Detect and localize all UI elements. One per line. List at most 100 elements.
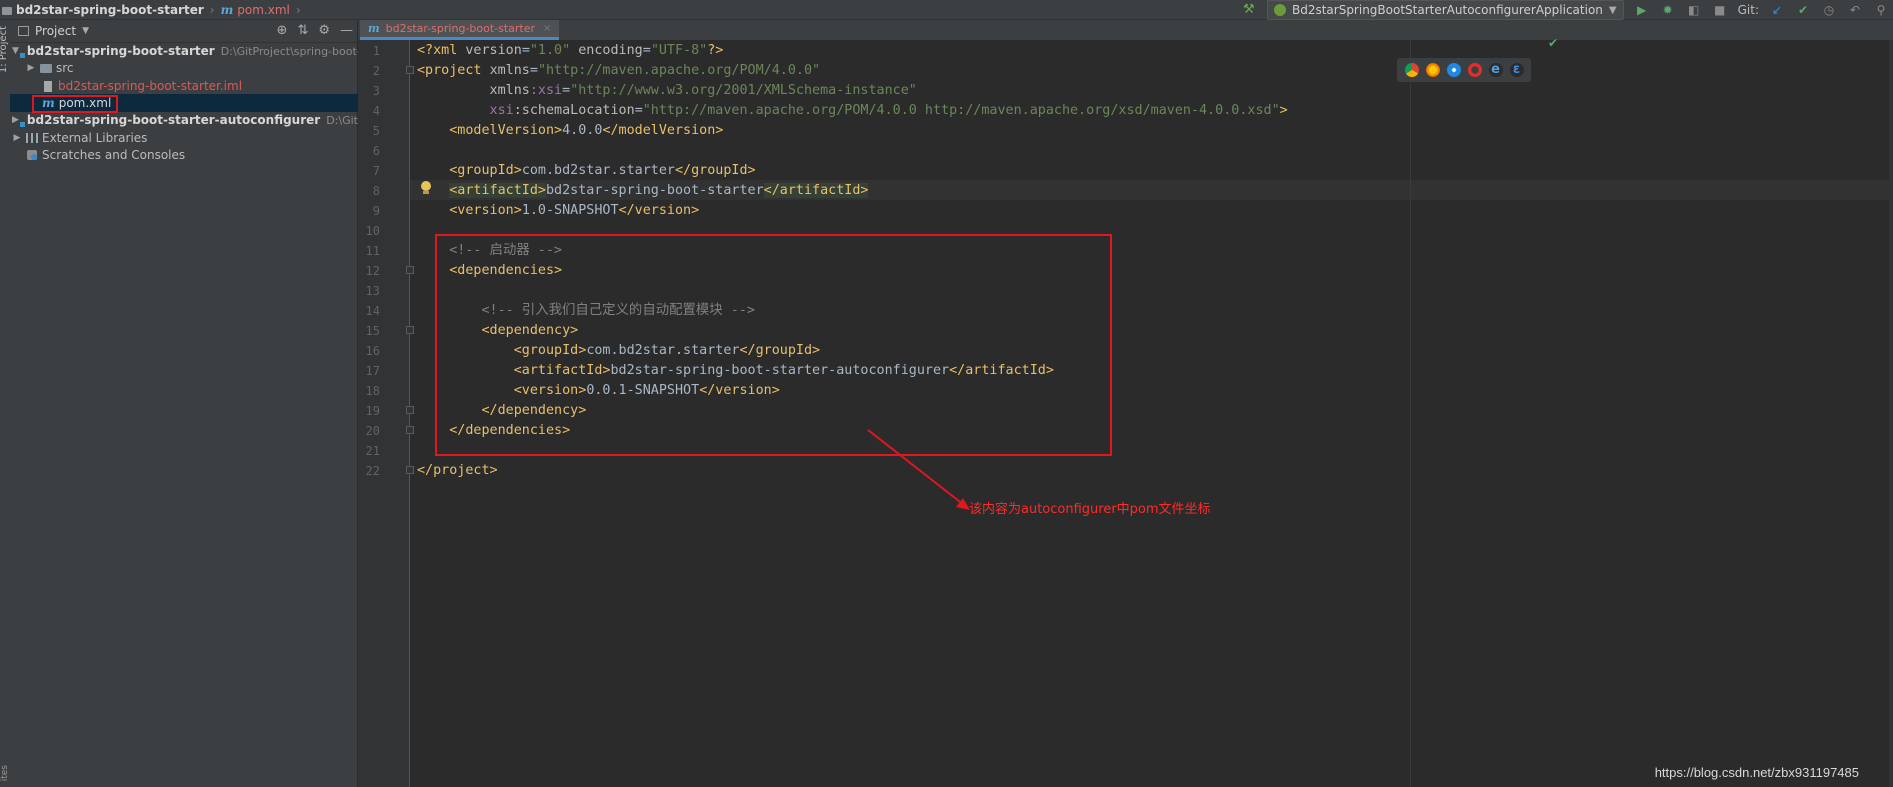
collapsed-arrow-icon[interactable]: ▶ xyxy=(12,133,22,143)
chevron-down-icon[interactable]: ▼ xyxy=(82,26,89,36)
error-stripe xyxy=(1889,40,1893,787)
line-number: 13 xyxy=(365,284,380,298)
gear-icon[interactable]: ⚙ xyxy=(318,23,330,38)
coverage-icon[interactable]: ◧ xyxy=(1686,2,1702,18)
scratches-icon xyxy=(27,150,37,160)
toolbar-right: ⚒ Bd2starSpringBootStarterAutoconfigurer… xyxy=(1243,0,1893,20)
code-line-8: <artifactId>bd2star-spring-boot-starter<… xyxy=(417,181,869,201)
fold-marker-icon[interactable] xyxy=(406,466,414,474)
close-icon[interactable]: × xyxy=(543,23,551,34)
token: <modelVersion> xyxy=(417,123,563,138)
fold-marker-icon[interactable] xyxy=(406,426,414,434)
internet-explorer-icon[interactable]: e xyxy=(1488,63,1503,77)
project-view-icon xyxy=(18,26,29,36)
fold-marker-icon[interactable] xyxy=(406,326,414,334)
fold-marker-icon[interactable] xyxy=(406,66,414,74)
favorites-tool-tab[interactable]: ites xyxy=(0,765,10,781)
token: = xyxy=(642,43,651,58)
tree-item-label: src xyxy=(56,61,74,75)
fold-marker-icon[interactable] xyxy=(406,266,414,274)
breadcrumb-project[interactable]: bd2star-spring-boot-starter xyxy=(16,3,204,17)
line-number: 20 xyxy=(365,424,380,438)
git-commit-icon[interactable]: ✔ xyxy=(1795,2,1811,18)
annotation-text: 该内容为autoconfigurer中pom文件坐标 xyxy=(969,502,1211,517)
tree-item-external-libraries[interactable]: ▶ External Libraries xyxy=(10,129,358,147)
opera-icon[interactable] xyxy=(1467,63,1482,77)
line-number: 11 xyxy=(365,244,380,258)
token: com.bd2star.starter xyxy=(521,163,675,178)
line-number: 10 xyxy=(365,224,380,238)
line-number: 8 xyxy=(372,184,380,198)
editor-tab-bar: m bd2star-spring-boot-starter × xyxy=(358,20,1893,41)
line-number: 15 xyxy=(365,324,380,338)
maven-file-icon: m xyxy=(220,2,234,17)
tree-item-label: Scratches and Consoles xyxy=(42,148,186,162)
token: "UTF-8" xyxy=(650,43,708,58)
token: xsi xyxy=(417,103,514,118)
git-update-icon[interactable]: ↙ xyxy=(1769,2,1785,18)
expanded-arrow-icon[interactable]: ▼ xyxy=(12,46,19,56)
token: <version> xyxy=(417,203,522,218)
token: "http://maven.apache.org/POM/4.0.0 http:… xyxy=(642,103,1280,118)
collapsed-arrow-icon[interactable]: ▶ xyxy=(26,63,36,73)
project-panel-header: Project ▼ ⊕ ⇅ ⚙ — xyxy=(10,20,357,43)
project-panel-actions: ⊕ ⇅ ⚙ — xyxy=(277,23,353,38)
chrome-icon[interactable] xyxy=(1404,63,1419,77)
folder-icon xyxy=(40,63,52,73)
token: xml xyxy=(433,43,466,58)
tree-item-autoconfigurer-module[interactable]: ▶ bd2star-spring-boot-starter-autoconfig… xyxy=(10,111,427,129)
locate-target-icon[interactable]: ⊕ xyxy=(277,23,288,38)
minimize-icon[interactable]: — xyxy=(340,23,353,38)
browser-preview-toolbar: e ε xyxy=(1397,58,1531,82)
token: = xyxy=(521,43,530,58)
firefox-icon[interactable] xyxy=(1425,63,1440,77)
tree-item-label: bd2star-spring-boot-starter xyxy=(26,44,215,58)
breadcrumb-file[interactable]: pom.xml xyxy=(237,3,290,17)
debug-icon[interactable]: ✹ xyxy=(1660,2,1676,18)
breadcrumb-separator: › xyxy=(209,2,215,17)
token: 1.0-SNAPSHOT xyxy=(521,203,619,218)
no-problems-check-icon: ✔ xyxy=(1548,36,1559,50)
code-line-5: <modelVersion>4.0.0</modelVersion> xyxy=(417,121,723,141)
navigation-bar: bd2star-spring-boot-starter › m pom.xml … xyxy=(0,0,1893,20)
build-hammer-icon[interactable]: ⚒ xyxy=(1243,3,1257,17)
stop-icon[interactable]: ■ xyxy=(1712,2,1728,18)
project-tool-tab[interactable]: 1: Project xyxy=(0,26,9,73)
collapsed-arrow-icon[interactable]: ▶ xyxy=(12,115,19,125)
run-icon[interactable]: ▶ xyxy=(1634,2,1650,18)
token: xmlns xyxy=(489,63,530,78)
line-number: 4 xyxy=(372,104,380,118)
collapse-all-icon[interactable]: ⇅ xyxy=(297,23,308,38)
token: </artifactId> xyxy=(763,183,869,198)
token: "http://maven.apache.org/POM/4.0.0" xyxy=(537,63,821,78)
token: > xyxy=(1279,103,1288,118)
maven-file-icon: m xyxy=(368,22,380,35)
git-history-icon[interactable]: ◷ xyxy=(1821,2,1837,18)
edge-icon[interactable]: ε xyxy=(1509,63,1524,77)
git-label: Git: xyxy=(1737,3,1759,17)
line-number: 6 xyxy=(372,144,380,158)
tree-item-scratches[interactable]: Scratches and Consoles xyxy=(10,146,358,164)
tree-item-src[interactable]: ▶ src xyxy=(10,59,358,77)
project-panel-title[interactable]: Project xyxy=(35,24,76,38)
right-margin-guide xyxy=(1410,40,1411,787)
line-number: 14 xyxy=(365,304,380,318)
token: ?> xyxy=(707,43,724,58)
line-number: 17 xyxy=(365,364,380,378)
code-line-3: xmlns:xsi="http://www.w3.org/2001/XMLSch… xyxy=(417,81,917,101)
watermark: https://blog.csdn.net/zbx931197485 xyxy=(1654,765,1859,780)
tree-item-starter-module[interactable]: ▼ bd2star-spring-boot-starter D:\GitProj… xyxy=(10,42,410,60)
search-icon[interactable]: ⚲ xyxy=(1873,2,1889,18)
tab-pom-xml[interactable]: m bd2star-spring-boot-starter × xyxy=(360,20,560,40)
git-rollback-icon[interactable]: ↶ xyxy=(1847,2,1863,18)
fold-marker-icon[interactable] xyxy=(406,406,414,414)
token: :xsi xyxy=(529,83,563,98)
safari-icon[interactable] xyxy=(1446,63,1461,77)
token: <groupId> xyxy=(417,163,522,178)
run-configuration-select[interactable]: Bd2starSpringBootStarterAutoconfigurerAp… xyxy=(1266,0,1624,20)
tree-item-iml[interactable]: bd2star-spring-boot-starter.iml xyxy=(10,77,358,95)
code-line-2: <project xmlns="http://maven.apache.org/… xyxy=(417,61,820,81)
token: "1.0" xyxy=(529,43,571,58)
token: version xyxy=(465,43,522,58)
